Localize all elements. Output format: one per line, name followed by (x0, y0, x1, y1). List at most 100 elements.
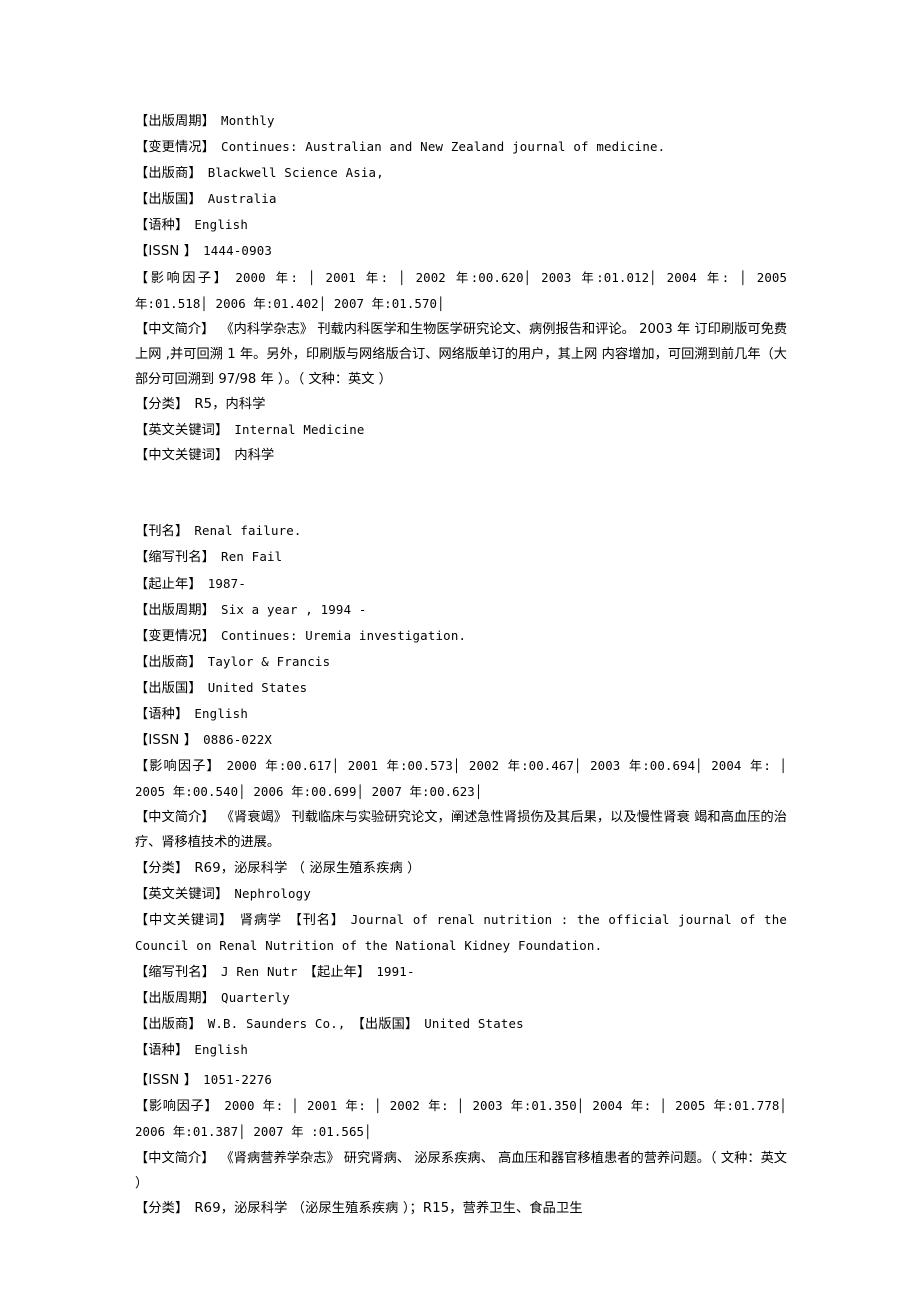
field-label-changes: 【变更情况】 (135, 140, 216, 156)
field-value-classification: R69，泌尿科学 （泌尿生殖系疾病 ）；R15，营养卫生、食品卫生 (194, 1200, 583, 1216)
field-label-classification: 【分类】 (135, 860, 189, 876)
field-classification: 【分类】 R69，泌尿科学 （泌尿生殖系疾病 ）；R15，营养卫生、食品卫生 (135, 1196, 787, 1221)
field-value-classification: R69，泌尿科学 （ 泌尿生殖系疾病 ） (194, 860, 421, 876)
field-label-en-keywords: 【英文关键词】 (135, 423, 229, 439)
field-en-keywords: 【英文关键词】 Nephrology (135, 881, 787, 907)
field-value-country: Australia (207, 191, 277, 207)
document-page: 【出版周期】 Monthly 【变更情况】 Continues: Australia… (0, 0, 920, 1303)
journal-entry: 【刊名】 Renal failure. 【缩写刊名】 Ren Fail 【起止年】 1… (135, 518, 787, 959)
field-abbrev-and-years: 【缩写刊名】 J Ren Nutr 【起止年】 1991- (135, 959, 787, 985)
field-label-publisher: 【出版商】 (135, 1017, 202, 1033)
field-value-cn-keywords: 肾病学 (239, 912, 282, 928)
field-value-country: United States (207, 679, 308, 695)
journal-entry: 【出版周期】 Monthly 【变更情况】 Continues: Australia… (135, 108, 787, 468)
field-value-issn: 0886-022X (203, 732, 273, 748)
field-value-frequency: Quarterly (221, 990, 290, 1005)
field-classification: 【分类】 R5，内科学 (135, 392, 787, 417)
field-en-keywords: 【英文关键词】 Internal Medicine (135, 417, 787, 443)
field-issn: 【ISSN 】 1051-2276 (135, 1067, 787, 1093)
field-value-language: English (194, 217, 248, 233)
field-label-impact-factor: 【影响因子】 (135, 1099, 219, 1115)
field-value-publisher: W.B. Saunders Co., (207, 1016, 346, 1032)
field-label-classification: 【分类】 (135, 1200, 189, 1216)
field-value-abbrev: J Ren Nutr (221, 963, 298, 979)
field-label-frequency: 【出版周期】 (135, 602, 216, 618)
field-changes: 【变更情况】 Continues: Uremia investigation. (135, 623, 787, 649)
field-label-issn: 【ISSN 】 (135, 1073, 198, 1089)
field-value-issn: 1444-0903 (203, 243, 273, 259)
field-cn-keywords: 【中文关键词】 内科学 (135, 443, 787, 468)
field-label-cn-keywords: 【中文关键词】 (135, 912, 234, 928)
field-impact-factor: 【影响因子】 2000 年: │ 2001 年: │ 2002 年: │ 2003… (135, 1093, 787, 1145)
field-label-classification: 【分类】 (135, 397, 189, 413)
field-label-title: 【刊名】 (135, 524, 189, 540)
field-years: 【起止年】 1987- (135, 571, 787, 597)
field-label-title: 【刊名】 (287, 912, 345, 928)
field-value-frequency: Monthly (221, 113, 275, 128)
field-summary: 【中文简介】 《内科学杂志》 刊载内科医学和生物医学研究论文、病例报告和评论。 2… (135, 317, 787, 392)
field-label-changes: 【变更情况】 (135, 628, 216, 644)
field-label-country: 【出版国】 (351, 1017, 419, 1033)
field-value-years: 1987- (207, 575, 246, 591)
field-label-country: 【出版国】 (135, 192, 202, 208)
field-label-summary: 【中文简介】 (135, 321, 215, 337)
field-label-cn-keywords: 【中文关键词】 (135, 448, 229, 464)
field-value-en-keywords: Nephrology (234, 885, 311, 901)
field-label-publisher: 【出版商】 (135, 654, 202, 670)
field-frequency: 【出版周期】 Quarterly (135, 985, 787, 1011)
field-summary: 【中文简介】 《肾病营养学杂志》 研究肾病、 泌尿系疾病、 高血压和器官移植患者的… (135, 1146, 787, 1196)
field-label-issn: 【ISSN 】 (135, 733, 198, 749)
field-language: 【语种】 English (135, 1037, 787, 1063)
field-value-impact-factor: 2000 年: │ 2001 年: │ 2002 年: │ 2003 年:01.… (135, 1098, 787, 1140)
field-value-cn-keywords: 内科学 (234, 448, 275, 464)
field-abbrev: 【缩写刊名】 Ren Fail (135, 544, 787, 570)
field-value-summary: 《肾衰竭》 刊载临床与实验研究论文，阐述急性肾损伤及其后果，以及慢性肾衰 竭和高… (135, 810, 787, 851)
field-value-language: English (194, 1042, 248, 1058)
field-value-publisher: Blackwell Science Asia, (207, 165, 384, 181)
field-label-years: 【起止年】 (303, 964, 371, 980)
field-label-en-keywords: 【英文关键词】 (135, 886, 229, 902)
field-label-language: 【语种】 (135, 1043, 189, 1059)
field-label-country: 【出版国】 (135, 680, 202, 696)
field-value-summary: 《肾病营养学杂志》 研究肾病、 泌尿系疾病、 高血压和器官移植患者的营养问题。（… (135, 1150, 787, 1191)
field-value-frequency: Six a year , 1994 - (221, 601, 367, 617)
field-value-issn: 1051-2276 (203, 1072, 273, 1088)
field-label-issn: 【ISSN 】 (135, 244, 198, 260)
field-value-impact-factor: 2000 年: │ 2001 年: │ 2002 年:00.620│ 2003 … (135, 269, 787, 311)
field-label-years: 【起止年】 (135, 576, 202, 592)
field-value-publisher: Taylor & Francis (207, 653, 331, 669)
field-value-abbrev: Ren Fail (221, 549, 283, 565)
field-country: 【出版国】 United States (135, 675, 787, 701)
field-value-country: United States (424, 1016, 524, 1032)
field-label-abbrev: 【缩写刊名】 (135, 964, 216, 980)
field-value-language: English (194, 705, 248, 721)
field-label-frequency: 【出版周期】 (135, 991, 216, 1006)
field-value-years: 1991- (376, 963, 415, 979)
field-impact-factor: 【影响因子】 2000 年:00.617│ 2001 年:00.573│ 2002… (135, 753, 787, 805)
field-publisher: 【出版商】 Taylor & Francis (135, 649, 787, 675)
field-publisher: 【出版商】 Blackwell Science Asia, (135, 160, 787, 186)
field-frequency: 【出版周期】 Six a year , 1994 - (135, 597, 787, 623)
field-value-changes: Continues: Uremia investigation. (221, 627, 467, 643)
field-value-title: Renal failure. (194, 523, 302, 539)
field-label-language: 【语种】 (135, 218, 189, 234)
field-label-abbrev: 【缩写刊名】 (135, 550, 216, 566)
field-label-summary: 【中文简介】 (135, 1150, 215, 1166)
field-cn-keywords-and-next-title: 【中文关键词】 肾病学 【刊名】 Journal of renal nutrition… (135, 907, 787, 959)
field-publisher-and-country: 【出版商】 W.B. Saunders Co., 【出版国】 United State… (135, 1011, 787, 1037)
field-title: 【刊名】 Renal failure. (135, 518, 787, 544)
journal-entry: 【缩写刊名】 J Ren Nutr 【起止年】 1991- 【出版周期】 Quarter… (135, 959, 787, 1221)
field-frequency: 【出版周期】 Monthly (135, 108, 787, 134)
field-country: 【出版国】 Australia (135, 186, 787, 212)
field-label-impact-factor: 【影响因子】 (135, 270, 230, 286)
field-issn: 【ISSN 】 1444-0903 (135, 238, 787, 264)
field-value-changes: Continues: Australian and New Zealand jo… (221, 139, 666, 155)
field-language: 【语种】 English (135, 212, 787, 238)
field-label-summary: 【中文简介】 (135, 810, 215, 826)
field-label-publisher: 【出版商】 (135, 166, 202, 182)
field-label-impact-factor: 【影响因子】 (135, 759, 221, 775)
field-value-classification: R5，内科学 (194, 397, 266, 413)
field-label-language: 【语种】 (135, 706, 189, 722)
field-value-summary: 《内科学杂志》 刊载内科医学和生物医学研究论文、病例报告和评论。 2003 年 … (135, 321, 788, 387)
field-language: 【语种】 English (135, 701, 787, 727)
